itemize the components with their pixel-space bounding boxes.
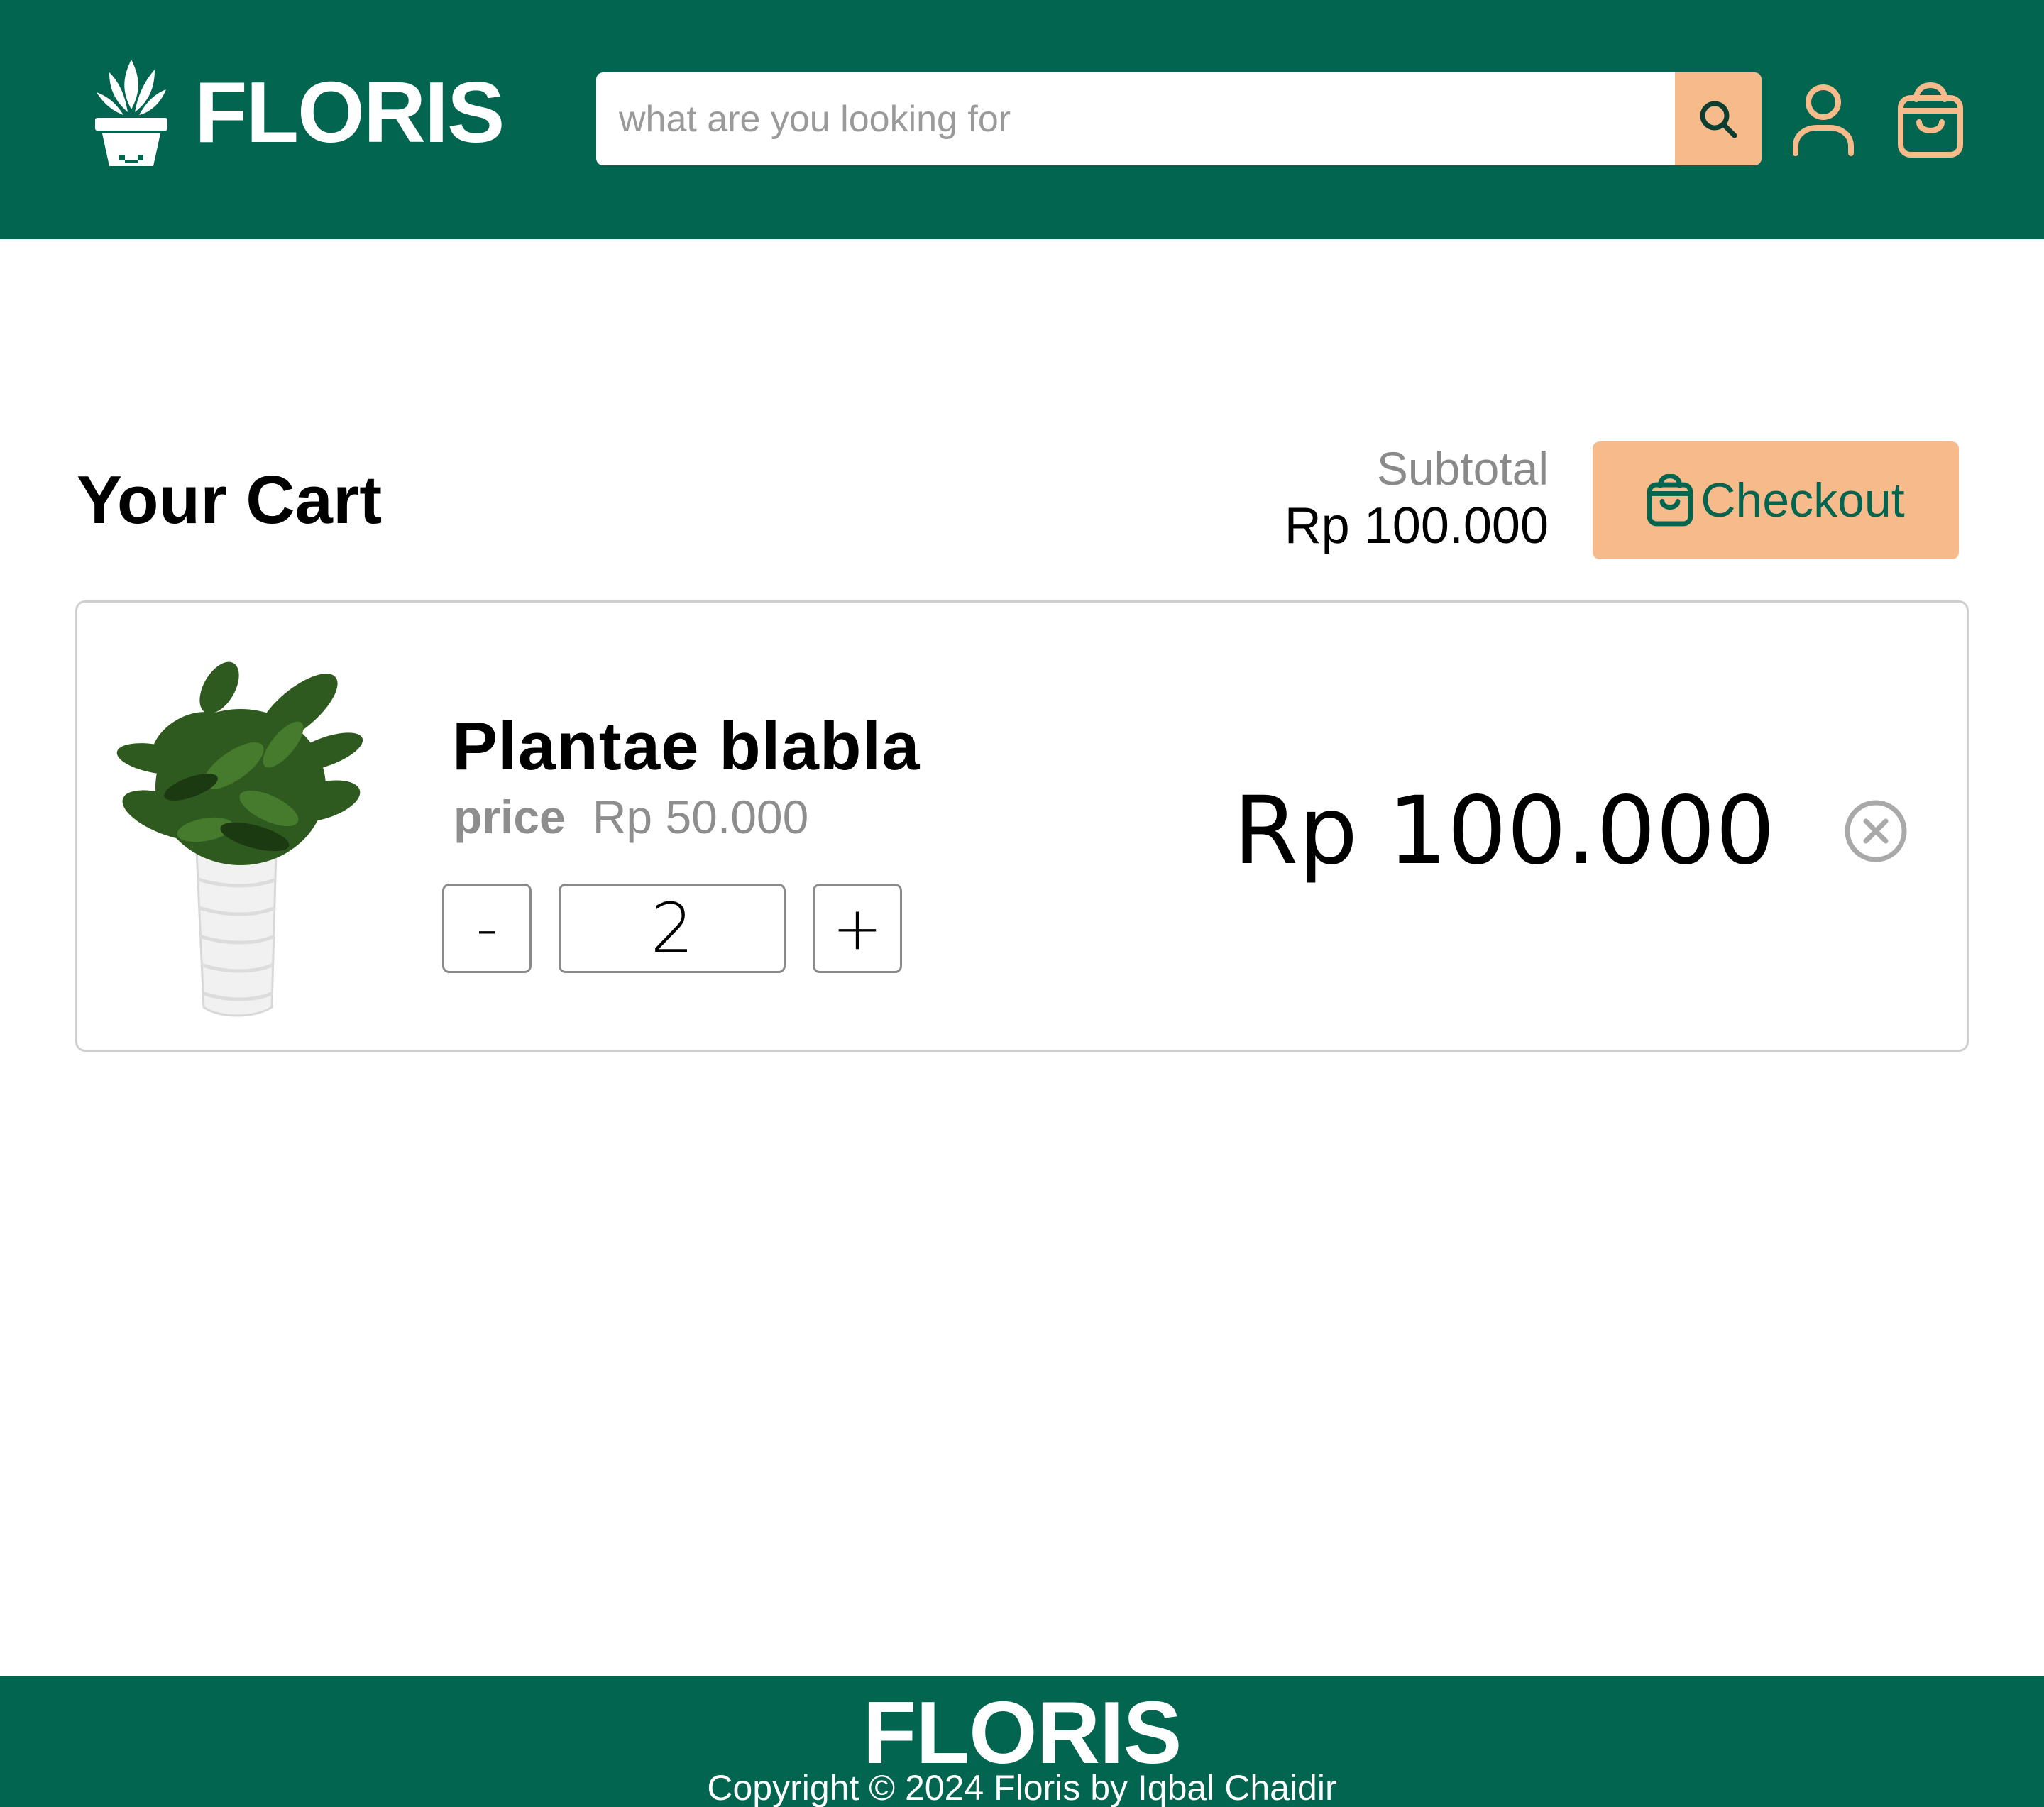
search-bar (596, 72, 1762, 165)
shopping-bag-icon (1647, 474, 1693, 527)
site-footer: FLORIS Copyright © 2024 Floris by Iqbal … (0, 1676, 2044, 1807)
quantity-input[interactable] (559, 884, 786, 973)
page-title: Your Cart (77, 462, 383, 538)
checkout-button[interactable]: Checkout (1593, 441, 1959, 559)
decrease-quantity-button[interactable]: - (442, 884, 532, 973)
plant-pot-logo-icon (95, 60, 167, 166)
product-name: Plantae blabla (452, 708, 921, 784)
account-button[interactable] (1791, 84, 1855, 156)
cart-page: FLORIS You (0, 0, 2044, 1807)
increase-quantity-button[interactable]: + (813, 884, 902, 973)
price-label: price (454, 791, 566, 843)
cart-button[interactable] (1896, 82, 1965, 159)
footer-copyright: Copyright © 2024 Floris by Iqbal Chaidir (707, 1768, 1337, 1807)
remove-item-button[interactable] (1843, 798, 1908, 864)
site-header: FLORIS (0, 0, 2044, 239)
cart-item: Plantae blabla price Rp 50.000 - + Rp 10… (75, 600, 1969, 1052)
brand-logo[interactable]: FLORIS (94, 55, 505, 169)
product-image (116, 661, 363, 1017)
search-icon (1700, 101, 1737, 138)
search-button[interactable] (1675, 72, 1762, 165)
user-icon (1793, 84, 1854, 156)
checkout-label: Checkout (1700, 473, 1905, 527)
search-input[interactable] (596, 72, 1675, 165)
subtotal-label: Subtotal (1376, 442, 1549, 495)
price-value: Rp 50.000 (592, 791, 809, 843)
subtotal-value: Rp 100.000 (1284, 498, 1549, 554)
footer-brand: FLORIS (862, 1684, 1182, 1782)
shopping-bag-icon (1898, 82, 1963, 158)
close-circle-icon (1845, 800, 1907, 862)
brand-name: FLORIS (194, 64, 505, 160)
line-total: Rp 100.000 (1233, 776, 1775, 886)
unit-price: price Rp 50.000 (454, 790, 808, 844)
